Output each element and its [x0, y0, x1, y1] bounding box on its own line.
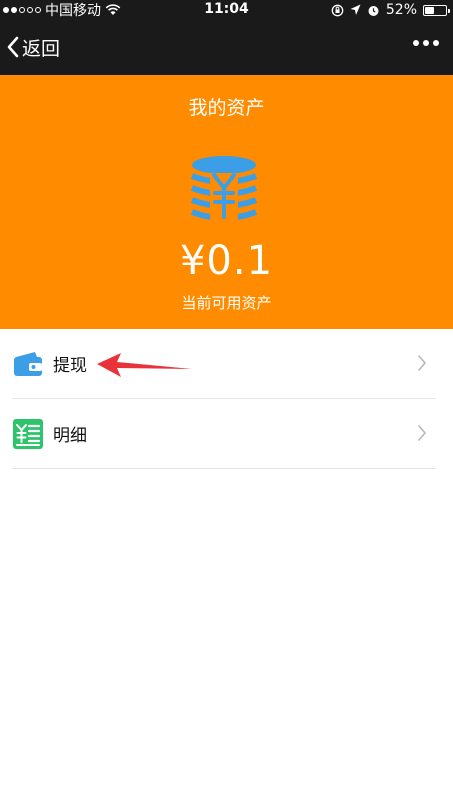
- asset-header: 我的资产 ¥0.1 当前可用资产: [0, 75, 453, 329]
- orientation-lock-icon: [331, 4, 344, 16]
- status-bar: 中国移动 11:04 52%: [0, 0, 453, 20]
- withdraw-item[interactable]: 提现: [0, 329, 453, 399]
- details-list-icon: [13, 419, 43, 449]
- menu-list: 提现 明细: [0, 329, 453, 469]
- balance-amount: ¥0.1: [179, 238, 274, 284]
- divider: [12, 468, 436, 469]
- nav-bar: 返回: [0, 20, 453, 75]
- balance-label: 当前可用资产: [181, 294, 272, 312]
- battery-cap: [448, 8, 450, 13]
- battery-percent: 52%: [385, 2, 417, 18]
- details-label: 明细: [53, 426, 87, 446]
- chevron-right-icon: [418, 425, 426, 441]
- battery-icon: [423, 4, 450, 16]
- alarm-icon: [368, 5, 379, 16]
- annotation-arrow-icon: [97, 353, 192, 377]
- back-label: 返回: [22, 37, 61, 60]
- location-arrow-icon: [350, 4, 361, 15]
- details-item[interactable]: 明细: [0, 399, 453, 469]
- page-title: 我的资产: [188, 97, 265, 119]
- chevron-left-icon: [7, 36, 19, 58]
- battery-fill: [425, 6, 435, 14]
- screen: 中国移动 11:04 52% 返回 我的资产 ¥0.1 当前可用资产 提现 明细: [0, 0, 453, 807]
- status-right: 52%: [331, 1, 450, 19]
- wallet-icon: [14, 352, 42, 376]
- back-button[interactable]: 返回: [6, 32, 60, 62]
- chevron-right-icon: [418, 355, 426, 371]
- yuan-coin-stack-icon: [190, 156, 258, 221]
- withdraw-label: 提现: [53, 356, 87, 376]
- more-dots-icon[interactable]: [413, 40, 439, 46]
